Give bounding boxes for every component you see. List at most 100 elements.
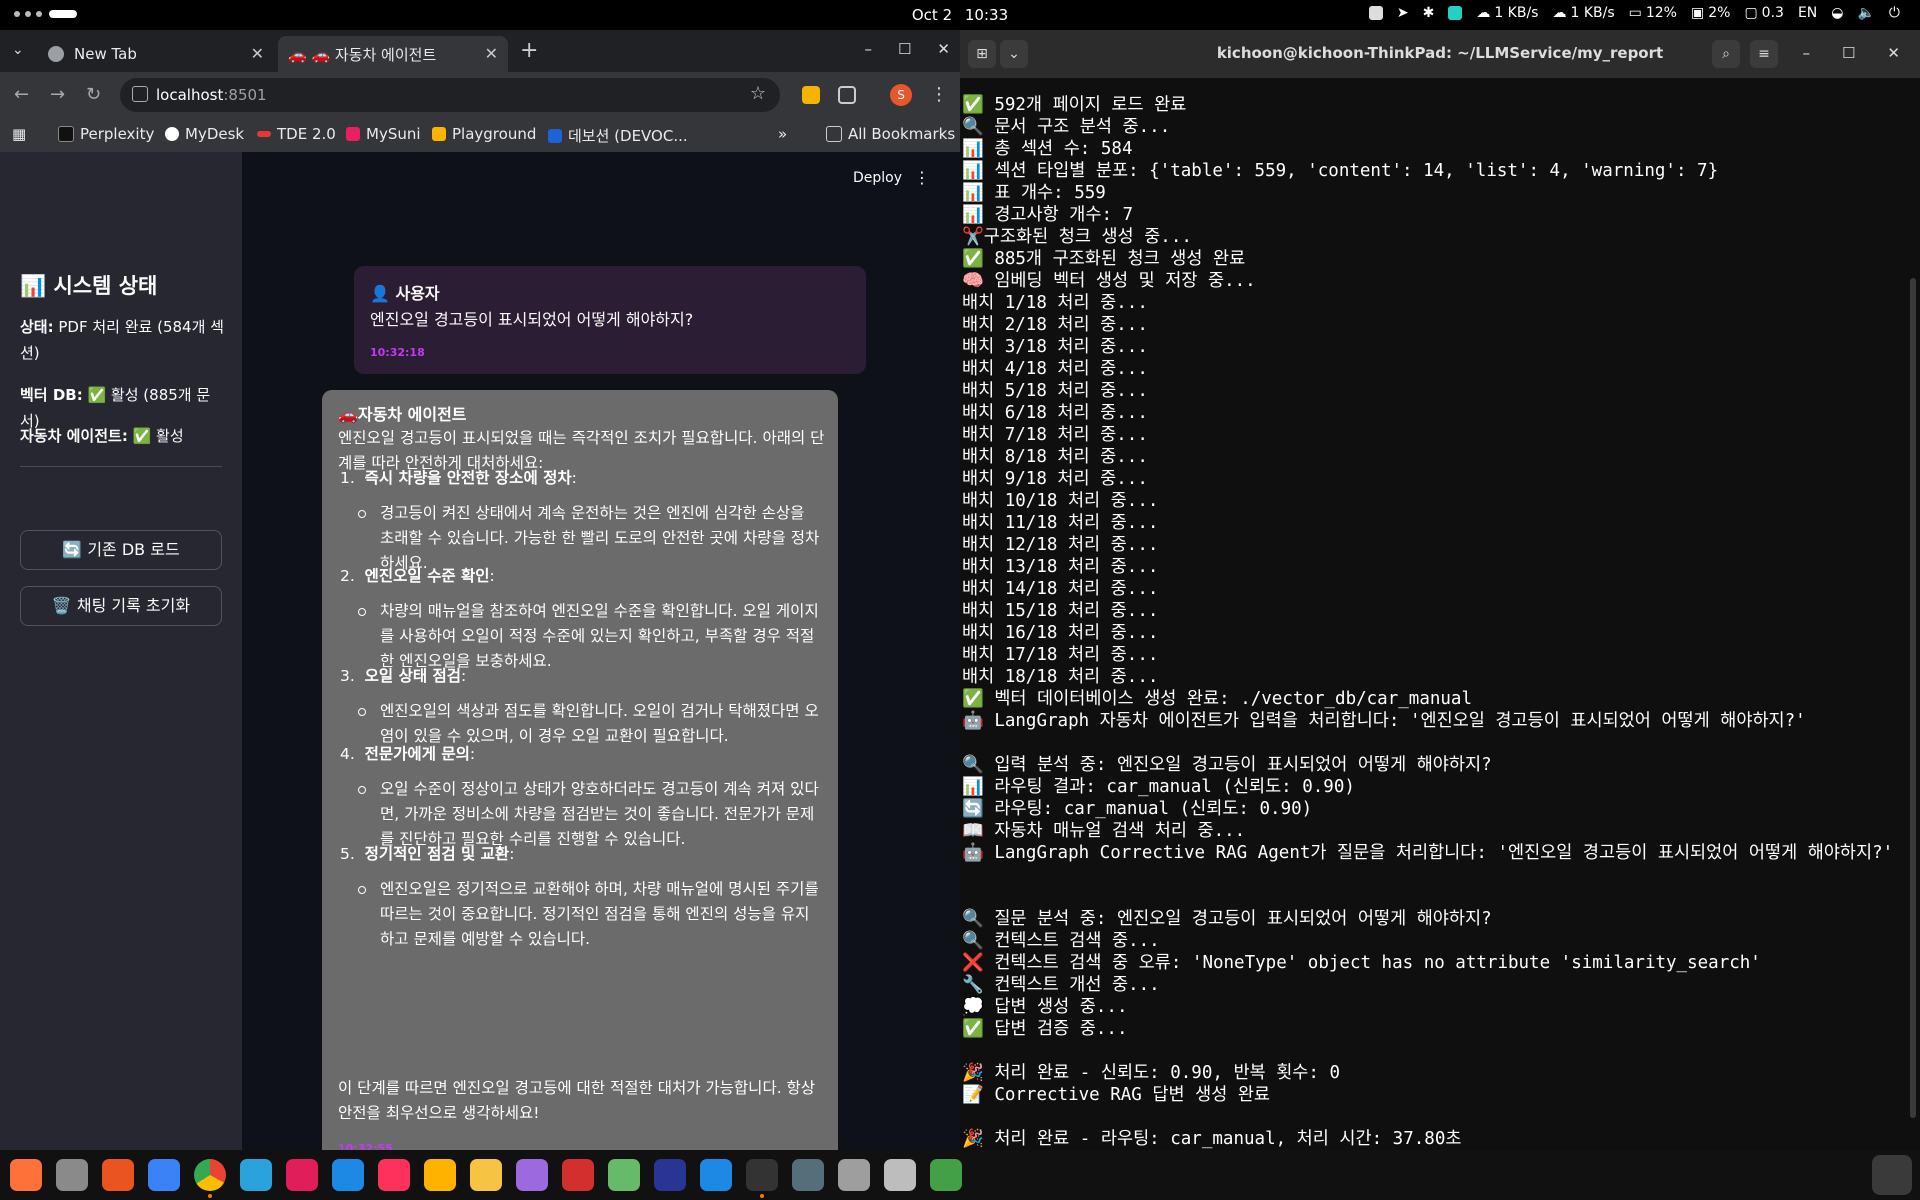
terminal-maximize-icon[interactable]: ☐ — [1842, 44, 1855, 62]
terminal-line: 📊 표 개수: 559 — [962, 183, 1106, 203]
maximize-icon[interactable]: ☐ — [898, 40, 911, 58]
load-indicator: ▢ 0.3 — [1744, 5, 1784, 21]
bookmark-star-icon[interactable]: ☆ — [750, 83, 766, 104]
terminal-line: 배치 4/18 처리 중... — [962, 359, 1148, 379]
volume-icon[interactable]: 🔈 — [1857, 5, 1874, 21]
terminal-icon[interactable] — [746, 1159, 778, 1191]
close-window-icon[interactable]: ✕ — [937, 40, 950, 58]
sidebar-title: 📊 시스템 상태 — [20, 274, 158, 298]
system-tray: ➤ ✱ ☁ 1 KB/s ☁ 1 KB/s ▭ 12% ▣ 2% ▢ 0.3 EN ◒ 🔈… — [1368, 5, 1900, 21]
bookmark-devocean[interactable]: 데보션 (DEVOC... — [548, 125, 688, 146]
shark-icon[interactable] — [700, 1159, 732, 1191]
tab-new-tab[interactable]: New Tab ✕ — [38, 36, 274, 72]
terminal-line: ✅ 벡터 데이터베이스 생성 완료: ./vector_db/car_manua… — [962, 689, 1472, 709]
main-menu-icon[interactable]: ⋮ — [914, 168, 930, 187]
back-icon[interactable]: ← — [14, 84, 29, 105]
calculator-icon[interactable] — [424, 1159, 456, 1191]
reload-icon[interactable]: ↻ — [86, 84, 101, 105]
dock — [0, 1150, 1920, 1200]
disk-icon[interactable] — [838, 1159, 870, 1191]
bookmark-perplexity[interactable]: Perplexity — [58, 125, 154, 143]
image-viewer-icon[interactable] — [608, 1159, 640, 1191]
help-icon[interactable] — [148, 1159, 180, 1191]
cyan-app-icon[interactable] — [1448, 6, 1463, 20]
divider — [20, 466, 222, 467]
terminal-line: 배치 17/18 처리 중... — [962, 645, 1159, 665]
terminal-line: 배치 11/18 처리 중... — [962, 513, 1159, 533]
intellij-icon[interactable] — [378, 1159, 410, 1191]
forward-icon[interactable]: → — [50, 84, 65, 105]
mydesk-icon — [165, 127, 179, 141]
terminal-scrollbar[interactable] — [1910, 278, 1916, 1118]
terminal-line: 🔧 컨텍스트 개선 중... — [962, 975, 1160, 995]
terminal-line: 🤖 LangGraph Corrective RAG Agent가 질문을 처리… — [962, 843, 1894, 863]
slack-tray-icon[interactable]: ✱ — [1423, 5, 1435, 21]
terminal-line: ❌ 컨텍스트 검색 중 오류: 'NoneType' object has no… — [962, 953, 1761, 973]
screenshot-icon[interactable] — [792, 1159, 824, 1191]
chrome-menu-icon[interactable]: ⋮ — [930, 84, 948, 105]
terminal-line: 🎉 처리 완료 - 신뢰도: 0.90, 반복 횟수: 0 — [962, 1063, 1340, 1083]
new-tab-button[interactable]: + — [520, 38, 538, 63]
telegram-icon[interactable] — [240, 1159, 272, 1191]
step-5: 5. 정기적인 점검 및 교환: 엔진오일은 정기적으로 교환해야 하며, 차량… — [340, 842, 820, 952]
tab-close-icon[interactable]: ✕ — [485, 44, 498, 63]
extension-icon[interactable] — [802, 86, 820, 104]
terminal-line: 🤖 LangGraph 자동차 에이전트가 입력을 처리합니다: '엔진오일 경… — [962, 711, 1806, 731]
step-3: 3. 오일 상태 점검: 엔진오일의 색상과 점도를 확인합니다. 오일이 검거… — [340, 664, 820, 749]
deploy-button[interactable]: Deploy — [853, 170, 902, 186]
dropbox-icon[interactable] — [1368, 6, 1383, 20]
all-bookmarks[interactable]: All Bookmarks — [826, 125, 955, 143]
bookmark-playground[interactable]: Playground — [432, 125, 536, 143]
terminal-line: ✅ 답변 검증 중... — [962, 1019, 1128, 1039]
cpu-indicator: ▣ 2% — [1690, 5, 1731, 21]
bookmark-tde[interactable]: TDE 2.0 — [257, 125, 336, 143]
game-icon[interactable] — [562, 1159, 594, 1191]
chrome-icon[interactable] — [194, 1159, 226, 1191]
tab-car-agent[interactable]: 🚗 🚗 자동차 에이전트 ✕ — [278, 36, 508, 72]
trash-icon[interactable] — [930, 1159, 962, 1191]
app-center-icon[interactable] — [102, 1159, 134, 1191]
telegram-tray-icon[interactable]: ➤ — [1397, 5, 1409, 21]
terminal-menu-icon[interactable]: ≡ — [1750, 40, 1778, 68]
extensions-puzzle-icon[interactable] — [838, 86, 856, 104]
more-bookmarks-icon[interactable]: » — [778, 125, 787, 143]
power-icon[interactable]: ⏻ — [1889, 5, 1900, 21]
text-editor-icon[interactable] — [470, 1159, 502, 1191]
slack-icon[interactable] — [286, 1159, 318, 1191]
show-apps-icon[interactable] — [1872, 1155, 1912, 1195]
terminal-line: 📊 라우팅 결과: car_manual (신뢰도: 0.90) — [962, 777, 1355, 797]
terminal-close-icon[interactable]: ✕ — [1887, 44, 1900, 62]
running-indicator — [208, 1194, 212, 1198]
vpn-icon[interactable] — [654, 1159, 686, 1191]
terminal-line: 🧠 임베딩 벡터 생성 및 저장 중... — [962, 271, 1256, 291]
minimize-icon[interactable]: – — [864, 40, 872, 58]
apps-grid-icon[interactable]: ▦ — [12, 125, 26, 143]
firefox-icon[interactable] — [10, 1159, 42, 1191]
terminal-line: 🔍 입력 분석 중: 엔진오일 경고등이 표시되었어 어떻게 해야하지? — [962, 755, 1492, 775]
bookmark-mydesk[interactable]: MyDesk — [165, 125, 244, 143]
terminal-line: 배치 2/18 처리 중... — [962, 315, 1148, 335]
profile-avatar[interactable]: S — [890, 84, 912, 106]
terminal-line: 💭 답변 생성 중... — [962, 997, 1128, 1017]
language-indicator[interactable]: EN — [1798, 5, 1817, 21]
files-icon[interactable] — [56, 1159, 88, 1191]
terminal-line: 배치 5/18 처리 중... — [962, 381, 1148, 401]
storage-icon[interactable] — [884, 1159, 916, 1191]
load-db-button[interactable]: 🔄 기존 DB 로드 — [20, 530, 222, 570]
terminal-output[interactable]: ✅ 592개 페이지 로드 완료 🔍 문서 구조 분석 중... 📊 총 섹션 수:… — [960, 78, 1920, 1176]
tab-close-icon[interactable]: ✕ — [251, 44, 264, 63]
wifi-icon[interactable]: ◒ — [1831, 5, 1843, 21]
tab-search-icon[interactable]: ⌄ — [12, 42, 24, 58]
address-bar[interactable]: localhost:8501 ☆ — [120, 78, 780, 112]
terminal-minimize-icon[interactable]: – — [1802, 44, 1810, 62]
reset-chat-button[interactable]: 🗑️ 채팅 기록 초기화 — [20, 586, 222, 626]
running-indicator — [760, 1194, 764, 1198]
draw-icon[interactable] — [516, 1159, 548, 1191]
playground-icon — [432, 127, 446, 141]
vscode-icon[interactable] — [332, 1159, 364, 1191]
bookmark-mysuni[interactable]: MySuni — [346, 125, 421, 143]
url-text: localhost:8501 — [156, 86, 267, 104]
site-info-icon[interactable] — [132, 86, 148, 102]
terminal-search-icon[interactable]: ⌕ — [1712, 40, 1740, 68]
chrome-favicon-icon — [48, 46, 64, 62]
